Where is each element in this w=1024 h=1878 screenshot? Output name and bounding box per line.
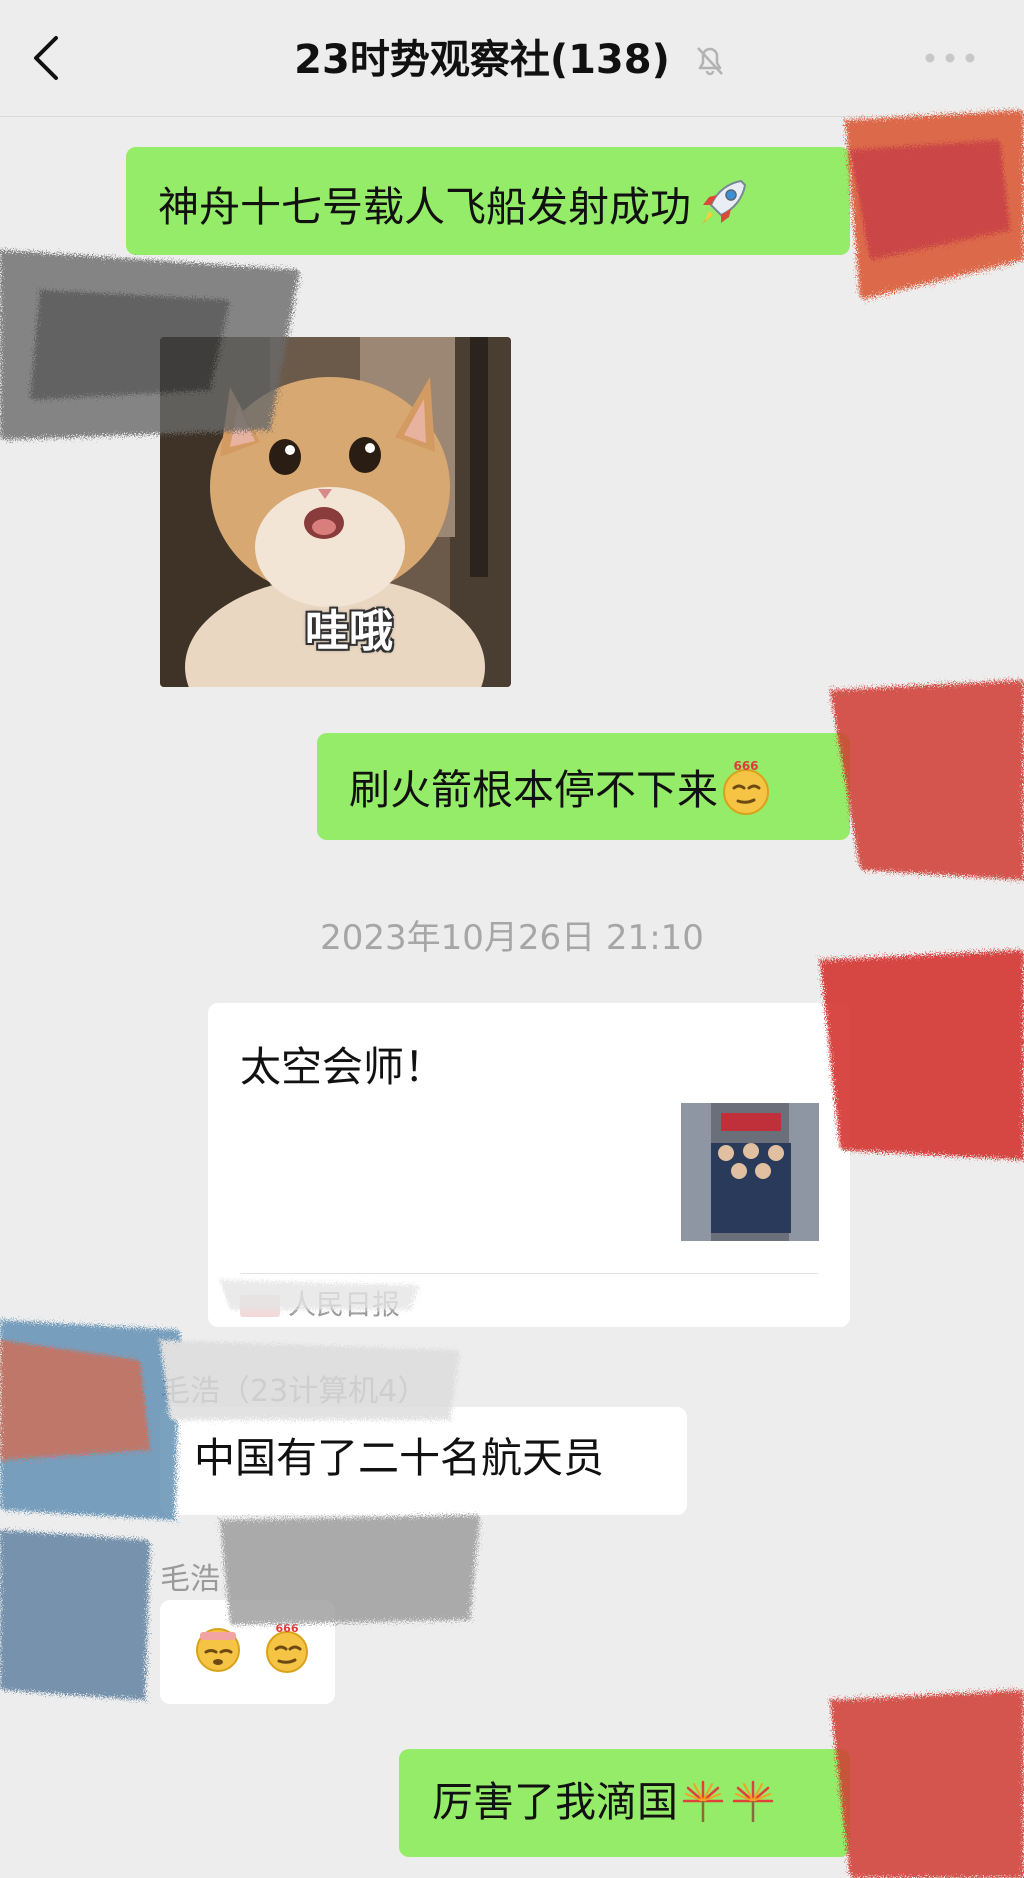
message-text: 中国有了二十名航天员 bbox=[194, 1434, 604, 1482]
outgoing-message-bubble[interactable]: 刷火箭根本停不下来 666 bbox=[317, 733, 850, 840]
bell-off-icon bbox=[696, 47, 723, 76]
fireworks-icon bbox=[682, 1780, 724, 1822]
rocket-icon bbox=[701, 179, 747, 225]
salute-face-emoji-icon bbox=[196, 1628, 240, 1672]
svg-text:666: 666 bbox=[733, 760, 758, 773]
outgoing-message-bubble[interactable]: 神舟十七号载人飞船发射成功 bbox=[126, 147, 850, 255]
chat-timestamp: 2023年10月26日 21:10 bbox=[320, 918, 704, 958]
outgoing-message-bubble[interactable]: 厉害了我滴国 bbox=[399, 1749, 850, 1857]
666-face-emoji-icon: 666 bbox=[266, 1622, 309, 1673]
sender-name: 毛浩 bbox=[160, 1562, 220, 1597]
link-card-source: 人民日报 bbox=[240, 1283, 400, 1323]
incoming-emoji-bubble[interactable]: 666 bbox=[160, 1600, 335, 1704]
message-text: 厉害了我滴国 bbox=[432, 1778, 678, 1826]
link-card-title: 太空会师！ bbox=[240, 1043, 445, 1091]
message-text: 刷火箭根本停不下来 bbox=[349, 766, 718, 814]
666-face-emoji-icon: 666 bbox=[723, 760, 769, 815]
chat-title: 23时势观察社(138) bbox=[294, 37, 670, 83]
cat-sticker[interactable]: 哇哦 bbox=[160, 337, 511, 687]
fireworks-icon bbox=[732, 1780, 774, 1822]
incoming-message-bubble[interactable]: 中国有了二十名航天员 bbox=[160, 1407, 687, 1515]
message-text: 神舟十七号载人飞船发射成功 bbox=[158, 183, 691, 231]
chat-title-wrap: 23时势观察社(138) bbox=[0, 30, 1024, 86]
svg-text:666: 666 bbox=[276, 1622, 299, 1635]
more-dots-icon[interactable] bbox=[920, 44, 980, 72]
link-card-thumbnail bbox=[681, 1103, 819, 1241]
link-card[interactable]: 太空会师！ 人民日报 bbox=[208, 1003, 850, 1327]
card-divider bbox=[240, 1273, 818, 1274]
sticker-caption: 哇哦 bbox=[305, 606, 393, 657]
sender-name: 毛浩（23计算机4） bbox=[160, 1374, 428, 1409]
publisher-logo-icon bbox=[240, 1295, 280, 1317]
link-card-source-label: 人民日报 bbox=[288, 1288, 401, 1321]
